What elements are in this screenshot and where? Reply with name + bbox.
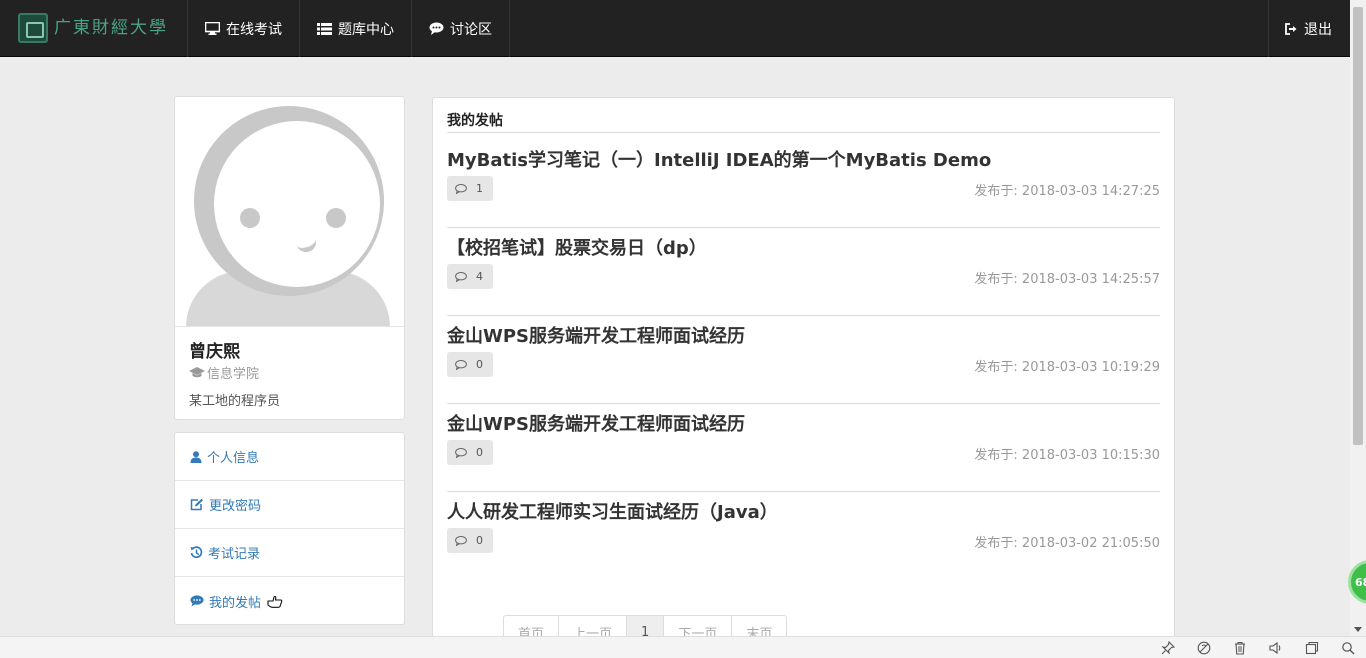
profile-info: 曾庆熙 信息学院 某工地的程序员 <box>175 326 404 419</box>
university-seal-icon <box>18 13 48 43</box>
menu-item-personal-info[interactable]: 个人信息 <box>175 433 404 481</box>
status-icons <box>1140 640 1356 656</box>
browser-status-bar <box>0 636 1366 658</box>
scroll-down-arrow-icon[interactable] <box>1354 627 1362 632</box>
main-nav: 在线考试 题库中心 讨论区 <box>187 0 510 57</box>
post-date: 发布于: 2018-03-03 10:19:29 <box>974 360 1160 375</box>
nav-online-exam[interactable]: 在线考试 <box>188 0 300 57</box>
post-item: 金山WPS服务端开发工程师面试经历 0 发布于: 2018-03-03 10:1… <box>447 404 1160 492</box>
my-posts-panel: 我的发帖 MyBatis学习笔记（一）IntelliJ IDEA的第一个MyBa… <box>432 97 1175 657</box>
edit-icon <box>190 498 203 511</box>
post-date: 发布于: 2018-03-03 14:25:57 <box>974 272 1160 287</box>
post-title[interactable]: 金山WPS服务端开发工程师面试经历 <box>447 410 745 436</box>
comment-count: 4 <box>476 270 483 283</box>
avatar-face <box>214 121 380 287</box>
comment-icon <box>455 447 467 458</box>
university-logo[interactable]: 广東財經大學 <box>18 12 170 44</box>
page-scrollbar[interactable] <box>1350 0 1366 636</box>
post-date: 发布于: 2018-03-02 21:05:50 <box>974 536 1160 551</box>
comments-icon <box>190 595 204 607</box>
comment-icon <box>455 359 467 370</box>
menu-item-my-posts-label: 我的发帖 <box>209 595 262 611</box>
nav-discussion-label: 讨论区 <box>450 21 492 38</box>
post-title[interactable]: 【校招笔试】股票交易日（dp） <box>447 234 707 260</box>
no-tracking-icon[interactable] <box>1196 640 1212 656</box>
comment-icon <box>455 535 467 546</box>
list-icon <box>317 22 332 35</box>
hand-pointer-icon <box>267 595 283 608</box>
menu-item-personal-info-label: 个人信息 <box>207 451 260 466</box>
comment-icon <box>429 22 444 35</box>
menu-item-my-posts[interactable]: 我的发帖 <box>175 577 404 625</box>
comment-count-badge[interactable]: 0 <box>447 440 493 465</box>
profile-department-label: 信息学院 <box>207 367 260 382</box>
nav-discussion[interactable]: 讨论区 <box>412 0 510 57</box>
comment-count-badge[interactable]: 0 <box>447 352 493 377</box>
post-item: 【校招笔试】股票交易日（dp） 4 发布于: 2018-03-03 14:25:… <box>447 228 1160 316</box>
comment-icon <box>455 271 467 282</box>
avatar-head <box>194 106 384 296</box>
zoom-icon[interactable] <box>1340 640 1356 656</box>
sign-out-icon <box>1285 22 1297 35</box>
profile-name: 曾庆熙 <box>189 342 240 362</box>
nav-question-bank-label: 题库中心 <box>338 21 394 38</box>
post-item: MyBatis学习笔记（一）IntelliJ IDEA的第一个MyBatis D… <box>447 140 1160 228</box>
menu-item-exam-history-label: 考试记录 <box>208 547 261 562</box>
history-icon <box>190 546 203 558</box>
trash-icon[interactable] <box>1232 640 1248 656</box>
comment-count-badge[interactable]: 0 <box>447 528 493 553</box>
profile-card: 曾庆熙 信息学院 某工地的程序员 <box>174 96 405 420</box>
post-title[interactable]: MyBatis学习笔记（一）IntelliJ IDEA的第一个MyBatis D… <box>447 146 991 172</box>
avatar-left-eye <box>240 208 260 228</box>
nav-online-exam-label: 在线考试 <box>226 21 282 38</box>
avatar <box>186 103 390 327</box>
profile-department: 信息学院 <box>189 363 390 382</box>
logout-label: 退出 <box>1304 21 1332 38</box>
post-date: 发布于: 2018-03-03 14:27:25 <box>974 184 1160 199</box>
top-navbar: 广東財經大學 在线考试 题库中心 讨论区 退出 <box>0 0 1350 57</box>
window-icon[interactable] <box>1304 640 1320 656</box>
comment-count: 0 <box>476 534 483 547</box>
user-icon <box>190 450 202 463</box>
comment-count-badge[interactable]: 1 <box>447 176 493 201</box>
menu-item-change-password[interactable]: 更改密码 <box>175 481 404 529</box>
post-date: 发布于: 2018-03-03 10:15:30 <box>974 448 1160 463</box>
avatar-right-eye <box>326 208 346 228</box>
comment-count: 0 <box>476 446 483 459</box>
desktop-icon <box>205 22 220 35</box>
post-item: 人人研发工程师实习生面试经历（Java） 0 发布于: 2018-03-02 2… <box>447 492 1160 580</box>
pin-icon[interactable] <box>1160 640 1176 656</box>
scrollbar-thumb[interactable] <box>1353 7 1363 445</box>
comment-count: 1 <box>476 182 483 195</box>
comment-icon <box>455 183 467 194</box>
comment-count: 0 <box>476 358 483 371</box>
profile-motto: 某工地的程序员 <box>189 394 281 409</box>
post-item: 金山WPS服务端开发工程师面试经历 0 发布于: 2018-03-03 10:1… <box>447 316 1160 404</box>
nav-question-bank[interactable]: 题库中心 <box>300 0 412 57</box>
panel-heading: 我的发帖 <box>447 110 1160 133</box>
post-title[interactable]: 金山WPS服务端开发工程师面试经历 <box>447 322 745 348</box>
logout-button[interactable]: 退出 <box>1268 0 1350 57</box>
volume-icon[interactable] <box>1268 640 1284 656</box>
comment-count-badge[interactable]: 4 <box>447 264 493 289</box>
post-title[interactable]: 人人研发工程师实习生面试经历（Java） <box>447 498 778 524</box>
menu-item-exam-history[interactable]: 考试记录 <box>175 529 404 577</box>
graduation-cap-icon <box>189 367 205 378</box>
menu-item-change-password-label: 更改密码 <box>209 499 262 514</box>
side-menu: 个人信息 更改密码 考试记录 我的发帖 <box>174 432 405 625</box>
logo-text: 广東財經大學 <box>54 17 168 38</box>
